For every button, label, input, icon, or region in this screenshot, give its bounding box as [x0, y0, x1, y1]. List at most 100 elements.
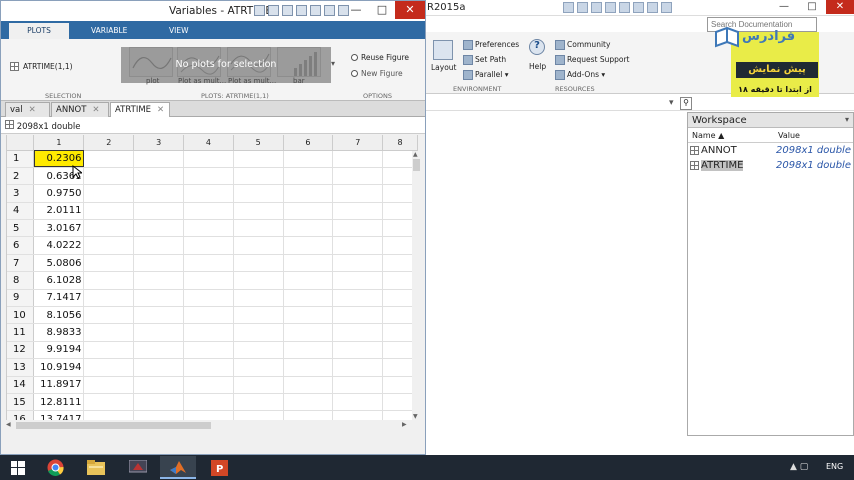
data-cell[interactable]: 8.1056: [33, 306, 85, 325]
row-header[interactable]: 16: [7, 410, 35, 420]
scroll-right-icon[interactable]: ▶: [402, 421, 407, 428]
empty-cell[interactable]: [183, 323, 234, 342]
empty-cell[interactable]: [233, 393, 284, 412]
empty-cell[interactable]: [133, 254, 184, 273]
gallery-expand-icon[interactable]: ▾: [331, 59, 335, 68]
empty-cell[interactable]: [332, 254, 384, 273]
row-header[interactable]: 5: [7, 219, 35, 238]
empty-cell[interactable]: [332, 393, 384, 412]
minimize-button[interactable]: —: [343, 1, 369, 19]
redo-icon[interactable]: [324, 5, 335, 16]
language-indicator[interactable]: ENG: [826, 462, 843, 471]
empty-cell[interactable]: [233, 202, 284, 221]
help-button[interactable]: Help: [529, 62, 546, 71]
empty-cell[interactable]: [283, 358, 334, 377]
empty-cell[interactable]: [83, 167, 135, 186]
empty-cell[interactable]: [332, 410, 384, 420]
empty-cell[interactable]: [283, 289, 334, 308]
grid-corner[interactable]: [7, 135, 35, 151]
row-header[interactable]: 15: [7, 393, 35, 412]
row-header[interactable]: 6: [7, 236, 35, 255]
empty-cell[interactable]: [183, 150, 234, 168]
empty-cell[interactable]: [183, 341, 234, 360]
file-explorer-taskbar-button[interactable]: [78, 456, 114, 479]
empty-cell[interactable]: [183, 358, 234, 377]
empty-cell[interactable]: [133, 184, 184, 203]
empty-cell[interactable]: [233, 167, 284, 186]
save-icon[interactable]: [254, 5, 265, 16]
workspace-col-value[interactable]: Value: [774, 128, 804, 142]
maximize-button[interactable]: □: [369, 1, 395, 19]
empty-cell[interactable]: [83, 306, 135, 325]
empty-cell[interactable]: [83, 410, 135, 420]
empty-cell[interactable]: [332, 167, 384, 186]
paste-icon[interactable]: [605, 2, 616, 13]
cut-icon[interactable]: [268, 5, 279, 16]
set-path-button[interactable]: Set Path: [463, 55, 506, 65]
empty-cell[interactable]: [83, 341, 135, 360]
empty-cell[interactable]: [83, 236, 135, 255]
empty-cell[interactable]: [183, 219, 234, 238]
system-tray-icons[interactable]: ▲ ▢: [790, 462, 808, 472]
chrome-taskbar-button[interactable]: [37, 456, 73, 479]
empty-cell[interactable]: [233, 289, 284, 308]
empty-cell[interactable]: [183, 271, 234, 290]
row-header[interactable]: 8: [7, 271, 35, 290]
data-cell[interactable]: 3.0167: [33, 219, 85, 238]
empty-cell[interactable]: [183, 167, 234, 186]
close-button[interactable]: ✕: [395, 1, 425, 19]
column-header[interactable]: 7: [332, 135, 384, 151]
close-tab-icon[interactable]: ✕: [29, 105, 36, 115]
doc-tab-annot[interactable]: ANNOT ✕: [51, 102, 109, 117]
matlab-taskbar-button[interactable]: [160, 456, 196, 479]
scroll-thumb[interactable]: [413, 159, 420, 171]
undo-icon[interactable]: [310, 5, 321, 16]
empty-cell[interactable]: [83, 254, 135, 273]
empty-cell[interactable]: [332, 289, 384, 308]
empty-cell[interactable]: [283, 254, 334, 273]
powerpoint-taskbar-button[interactable]: P: [201, 456, 237, 479]
empty-cell[interactable]: [233, 323, 284, 342]
empty-cell[interactable]: [283, 150, 334, 168]
data-cell[interactable]: 12.8111: [33, 393, 85, 412]
row-header[interactable]: 2: [7, 167, 35, 186]
workspace-row[interactable]: ANNOT 2098x1 double: [688, 143, 853, 158]
data-cell[interactable]: 2.0111: [33, 202, 85, 221]
row-header[interactable]: 4: [7, 202, 35, 221]
empty-cell[interactable]: [332, 341, 384, 360]
empty-cell[interactable]: [83, 376, 135, 394]
data-cell[interactable]: 7.1417: [33, 289, 85, 308]
empty-cell[interactable]: [233, 236, 284, 255]
empty-cell[interactable]: [133, 202, 184, 221]
empty-cell[interactable]: [133, 289, 184, 308]
empty-cell[interactable]: [133, 271, 184, 290]
tab-view[interactable]: VIEW: [161, 23, 197, 39]
preferences-button[interactable]: Preferences: [463, 40, 519, 50]
close-tab-icon[interactable]: ✕: [157, 105, 164, 115]
panel-menu-icon[interactable]: ▾: [845, 115, 849, 124]
variable-grid[interactable]: 12345678 1 0.2306 2 0.6361 3 0.9750 4 2.0111 5 3.…: [6, 135, 418, 420]
tab-variable[interactable]: VARIABLE: [83, 23, 135, 39]
close-tab-icon[interactable]: ✕: [92, 105, 99, 115]
empty-cell[interactable]: [283, 393, 334, 412]
empty-cell[interactable]: [283, 219, 334, 238]
empty-cell[interactable]: [133, 306, 184, 325]
row-header[interactable]: 11: [7, 323, 35, 342]
row-header[interactable]: 9: [7, 289, 35, 308]
save-icon[interactable]: [563, 2, 574, 13]
data-cell[interactable]: 4.0222: [33, 236, 85, 255]
empty-cell[interactable]: [332, 184, 384, 203]
row-header[interactable]: 12: [7, 341, 35, 360]
empty-cell[interactable]: [183, 254, 234, 273]
empty-cell[interactable]: [283, 184, 334, 203]
empty-cell[interactable]: [283, 341, 334, 360]
empty-cell[interactable]: [83, 184, 135, 203]
scroll-down-icon[interactable]: ▼: [413, 413, 418, 420]
horizontal-scrollbar[interactable]: ◀ ▶: [6, 421, 418, 430]
empty-cell[interactable]: [83, 219, 135, 238]
data-cell[interactable]: 11.8917: [33, 376, 85, 394]
parallel-button[interactable]: Parallel ▾: [463, 70, 508, 80]
request-support-button[interactable]: Request Support: [555, 55, 630, 65]
close-button[interactable]: ✕: [826, 0, 854, 14]
empty-cell[interactable]: [183, 289, 234, 308]
